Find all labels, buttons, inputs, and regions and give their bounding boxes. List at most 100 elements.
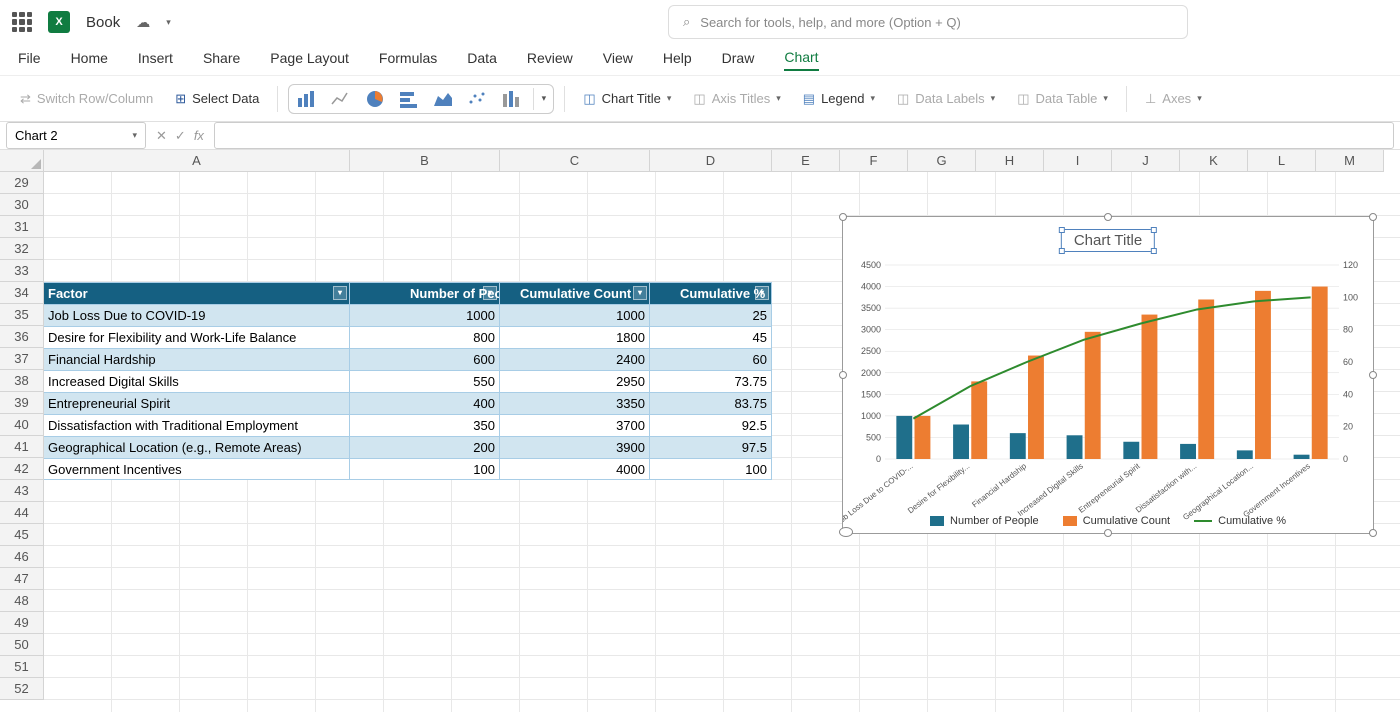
table-cell[interactable]: Geographical Location (e.g., Remote Area… (44, 437, 350, 458)
fx-icon[interactable]: fx (194, 128, 204, 143)
chart-type-gallery[interactable]: ▾ (288, 84, 554, 114)
row-header[interactable]: 44 (0, 502, 44, 524)
tab-insert[interactable]: Insert (138, 50, 173, 70)
tab-view[interactable]: View (603, 50, 633, 70)
row-header[interactable]: 37 (0, 348, 44, 370)
title-chevron-icon[interactable]: ▾ (166, 17, 171, 28)
resize-handle[interactable] (1104, 529, 1112, 537)
table-cell[interactable]: 600 (350, 349, 500, 370)
filter-button[interactable]: ▾ (333, 286, 347, 300)
filter-button[interactable]: ▾ (483, 286, 497, 300)
table-cell[interactable]: 100 (650, 459, 772, 479)
row-header[interactable]: 52 (0, 678, 44, 700)
resize-handle[interactable] (1369, 529, 1377, 537)
table-cell[interactable]: 60 (650, 349, 772, 370)
table-cell[interactable]: 3350 (500, 393, 650, 414)
row-header[interactable]: 47 (0, 568, 44, 590)
cells-area[interactable]: Factor▾Number of People▾Cumulative Count… (44, 172, 1400, 712)
table-cell[interactable]: 1800 (500, 327, 650, 348)
table-cell[interactable]: 800 (350, 327, 500, 348)
legend-item[interactable]: Cumulative Count (1063, 515, 1170, 527)
switch-row-column-button[interactable]: ⇄ Switch Row/Column (12, 84, 161, 114)
table-cell[interactable]: 3900 (500, 437, 650, 458)
filter-button[interactable]: ▾ (633, 286, 647, 300)
row-header[interactable]: 51 (0, 656, 44, 678)
table-row[interactable]: Geographical Location (e.g., Remote Area… (44, 436, 772, 458)
column-header[interactable]: J (1112, 150, 1180, 172)
pie-chart-icon[interactable] (363, 87, 387, 111)
stock-chart-icon[interactable] (499, 87, 523, 111)
table-cell[interactable]: 92.5 (650, 415, 772, 436)
column-chart-icon[interactable] (295, 87, 319, 111)
tab-help[interactable]: Help (663, 50, 692, 70)
row-header[interactable]: 41 (0, 436, 44, 458)
column-header[interactable]: E (772, 150, 840, 172)
row-header[interactable]: 42 (0, 458, 44, 480)
row-header[interactable]: 38 (0, 370, 44, 392)
row-header[interactable]: 48 (0, 590, 44, 612)
tab-page-layout[interactable]: Page Layout (270, 50, 349, 70)
row-header[interactable]: 32 (0, 238, 44, 260)
column-header[interactable]: K (1180, 150, 1248, 172)
tab-data[interactable]: Data (467, 50, 497, 70)
filter-button[interactable]: ▾ (755, 286, 769, 300)
row-header[interactable]: 43 (0, 480, 44, 502)
column-header[interactable]: M (1316, 150, 1384, 172)
row-header[interactable]: 31 (0, 216, 44, 238)
table-cell[interactable]: 3700 (500, 415, 650, 436)
axes-button[interactable]: ⊥ Axes ▾ (1137, 84, 1210, 114)
bar-chart-icon[interactable] (397, 87, 421, 111)
column-header[interactable]: A (44, 150, 350, 172)
table-row[interactable]: Dissatisfaction with Traditional Employm… (44, 414, 772, 436)
row-header[interactable]: 34 (0, 282, 44, 304)
tab-draw[interactable]: Draw (722, 50, 755, 70)
row-header[interactable]: 35 (0, 304, 44, 326)
table-cell[interactable]: Entrepreneurial Spirit (44, 393, 350, 414)
table-cell[interactable]: Job Loss Due to COVID-19 (44, 305, 350, 326)
row-header[interactable]: 39 (0, 392, 44, 414)
document-name[interactable]: Book (86, 14, 120, 31)
column-header[interactable]: C (500, 150, 650, 172)
row-header[interactable]: 50 (0, 634, 44, 656)
cancel-icon[interactable]: ✕ (156, 128, 167, 144)
table-cell[interactable]: 1000 (350, 305, 500, 326)
table-cell[interactable]: 25 (650, 305, 772, 326)
table-cell[interactable]: 97.5 (650, 437, 772, 458)
column-header[interactable]: G (908, 150, 976, 172)
search-input[interactable]: ⌕ Search for tools, help, and more (Opti… (668, 5, 1188, 39)
table-cell[interactable]: Desire for Flexibility and Work-Life Bal… (44, 327, 350, 348)
line-chart-icon[interactable] (329, 87, 353, 111)
table-cell[interactable]: Government Incentives (44, 459, 350, 479)
tab-chart[interactable]: Chart (784, 49, 818, 71)
row-header[interactable]: 36 (0, 326, 44, 348)
table-cell[interactable]: 100 (350, 459, 500, 479)
column-header[interactable]: H (976, 150, 1044, 172)
name-box[interactable]: Chart 2 ▾ (6, 122, 146, 149)
row-header[interactable]: 33 (0, 260, 44, 282)
data-table-button[interactable]: ◫ Data Table ▾ (1009, 84, 1116, 114)
resize-handle[interactable] (839, 213, 847, 221)
table-row[interactable]: Financial Hardship600240060 (44, 348, 772, 370)
resize-handle[interactable] (1104, 213, 1112, 221)
axis-titles-button[interactable]: ◫ Axis Titles ▾ (685, 84, 788, 114)
table-cell[interactable]: 2950 (500, 371, 650, 392)
table-row[interactable]: Job Loss Due to COVID-191000100025 (44, 304, 772, 326)
enter-icon[interactable]: ✓ (175, 128, 186, 144)
tab-home[interactable]: Home (71, 50, 108, 70)
column-header[interactable]: B (350, 150, 500, 172)
select-data-button[interactable]: ⊞ Select Data (167, 84, 267, 114)
legend-item[interactable]: Cumulative % (1194, 515, 1286, 527)
area-chart-icon[interactable] (431, 87, 455, 111)
table-cell[interactable]: Dissatisfaction with Traditional Employm… (44, 415, 350, 436)
table-cell[interactable]: 200 (350, 437, 500, 458)
column-header[interactable]: D (650, 150, 772, 172)
table-cell[interactable]: 83.75 (650, 393, 772, 414)
row-header[interactable]: 45 (0, 524, 44, 546)
column-header[interactable]: I (1044, 150, 1112, 172)
table-row[interactable]: Government Incentives1004000100 (44, 458, 772, 480)
data-labels-button[interactable]: ◫ Data Labels ▾ (889, 84, 1003, 114)
table-cell[interactable]: 550 (350, 371, 500, 392)
chart-object[interactable]: Chart Title05001000150020002500300035004… (842, 216, 1374, 534)
spreadsheet-grid[interactable]: ABCDEFGHIJKLM 29303132333435363738394041… (0, 150, 1400, 712)
legend-button[interactable]: ▤ Legend ▾ (795, 84, 883, 114)
